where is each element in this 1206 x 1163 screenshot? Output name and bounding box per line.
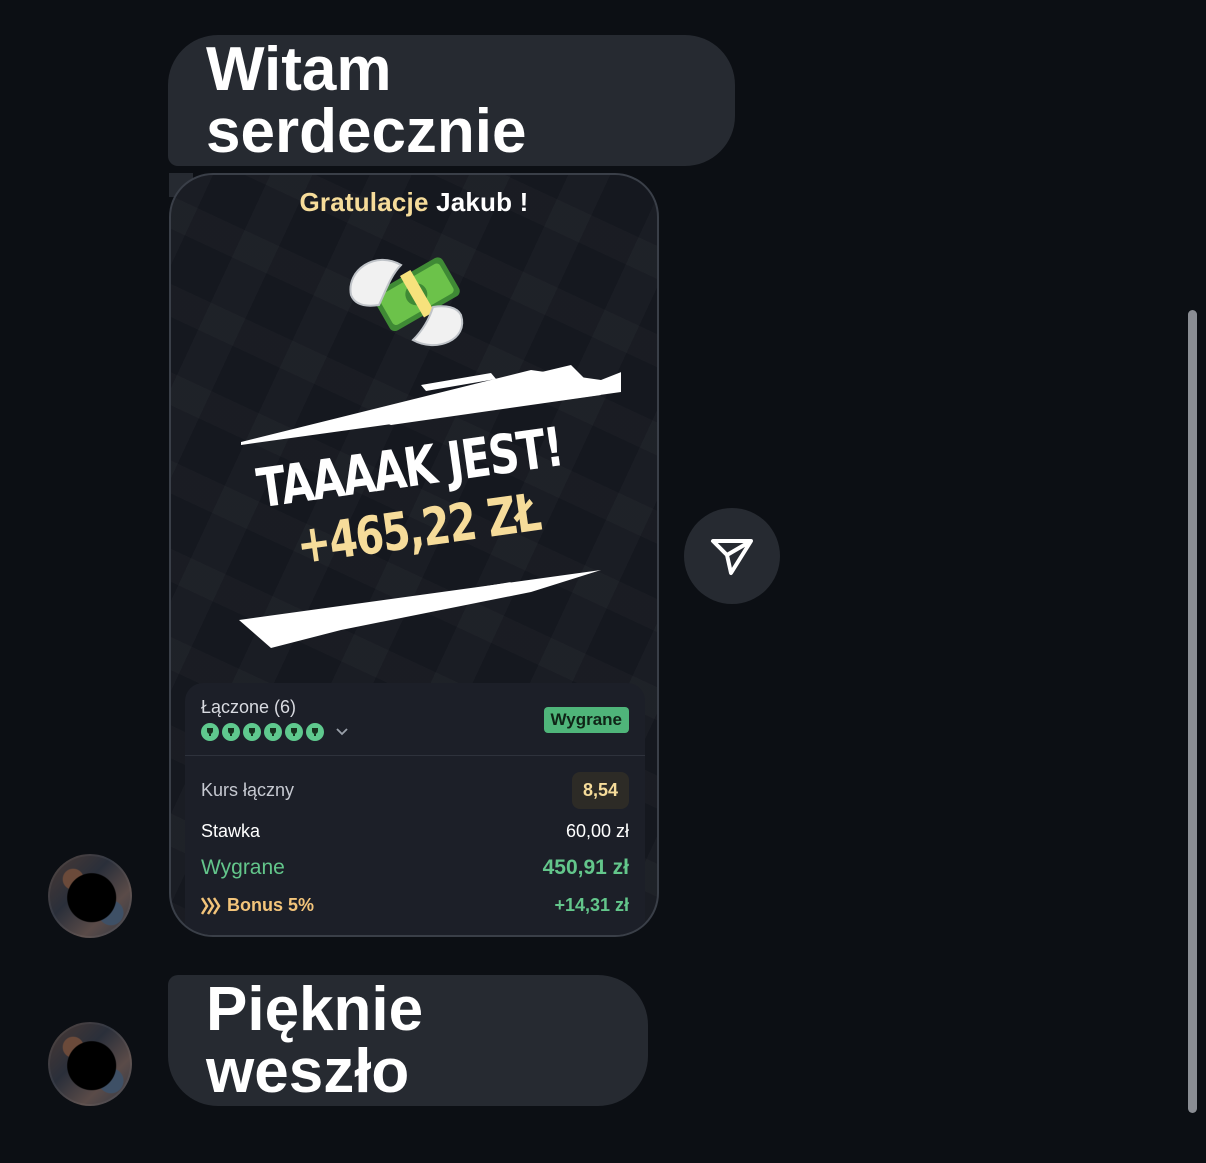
- stake-row: Stawka 60,00 zł: [201, 821, 629, 842]
- trophy-icon: [264, 723, 282, 741]
- stake-label: Stawka: [201, 821, 261, 841]
- odds-value: 8,54: [571, 771, 629, 809]
- message-bubble[interactable]: Pięknie weszło: [168, 975, 648, 1106]
- winnings-row: Wygrane 450,91 zł: [201, 856, 629, 880]
- card-header: Gratulacje Jakub !: [171, 187, 657, 218]
- greeting-text: Gratulacje: [299, 187, 429, 217]
- bonus-row: Bonus 5% +14,31 zł: [201, 895, 629, 916]
- avatar[interactable]: [48, 854, 132, 938]
- scrollbar[interactable]: [1188, 310, 1197, 1113]
- bet-summary-panel: Łączone (6) Wygrane Kurs łączny 8,54 Sta…: [185, 683, 645, 935]
- message-bubble[interactable]: Witam serdecznie: [168, 35, 735, 166]
- share-button[interactable]: [684, 508, 780, 604]
- message-text: Witam serdecznie: [206, 34, 527, 166]
- winnings-label: Wygrane: [201, 856, 285, 879]
- bet-summary-header: Łączone (6) Wygrane: [185, 683, 645, 756]
- shared-bet-card[interactable]: Gratulacje Jakub ! $ TAAAAK JEST! +465,2…: [169, 173, 659, 937]
- money-with-wings-icon: $: [349, 257, 464, 347]
- message-text: Pięknie weszło: [206, 974, 424, 1106]
- trophy-icon: [285, 723, 303, 741]
- trophy-icon: [201, 723, 219, 741]
- odds-row: Kurs łączny 8,54: [201, 771, 629, 809]
- trophy-icon: [306, 723, 324, 741]
- chevron-down-icon[interactable]: [335, 725, 349, 739]
- user-name: Jakub !: [436, 187, 529, 217]
- avatar[interactable]: [48, 1022, 132, 1106]
- bet-legs[interactable]: [201, 723, 349, 741]
- bet-type-label: Łączone (6): [201, 697, 297, 717]
- send-icon: [711, 539, 753, 575]
- status-badge: Wygrane: [543, 707, 629, 733]
- bonus-info: Bonus 5%: [201, 895, 314, 916]
- winnings-value: 450,91 zł: [542, 856, 629, 879]
- stake-value: 60,00 zł: [565, 821, 629, 841]
- trophy-icon: [222, 723, 240, 741]
- brush-stroke-bottom: [239, 570, 601, 648]
- trophy-icon: [243, 723, 261, 741]
- bonus-chevrons-icon: [201, 896, 221, 915]
- bonus-value: +14,31 zł: [554, 895, 629, 915]
- odds-label: Kurs łączny: [201, 779, 295, 800]
- bonus-label: Bonus 5%: [227, 895, 315, 915]
